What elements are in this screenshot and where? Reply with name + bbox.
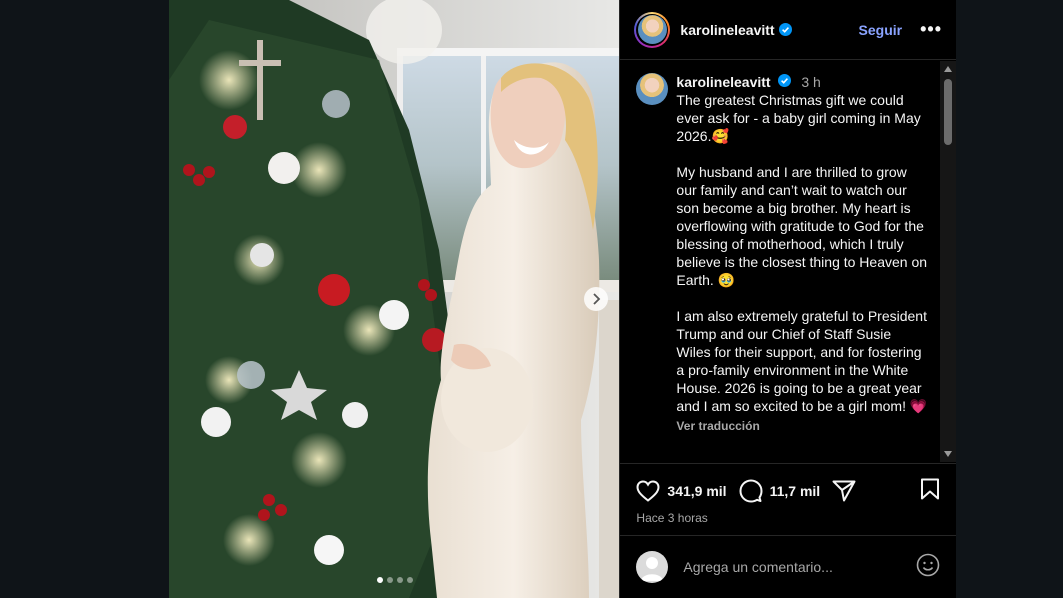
emoji-icon[interactable] (916, 553, 940, 582)
more-options-icon[interactable]: ••• (920, 19, 942, 40)
post-side-panel: karolineleavitt Seguir ••• karolineleavi… (619, 0, 957, 598)
slide-dot (387, 577, 393, 583)
verified-badge-icon (778, 74, 792, 87)
caption-username[interactable]: karolineleavitt (676, 74, 770, 90)
comment-box (620, 535, 957, 598)
verified-badge-icon (778, 23, 792, 36)
post-actions: 341,9 mil 11,7 mil Hace 3 horas (620, 463, 957, 527)
slide-dot (397, 577, 403, 583)
caption-avatar[interactable] (636, 73, 669, 105)
post-photo (169, 0, 620, 598)
like-count[interactable]: 341,9 mil (667, 483, 726, 499)
next-slide-button[interactable] (584, 287, 608, 311)
chevron-right-icon (593, 293, 601, 305)
slide-dot (377, 577, 383, 583)
bookmark-icon (921, 478, 940, 499)
heart-icon (636, 480, 660, 502)
scroll-down-arrow-icon[interactable] (944, 451, 952, 457)
share-button[interactable] (832, 480, 856, 502)
username-link[interactable]: karolineleavitt (680, 22, 774, 38)
comment-count[interactable]: 11,7 mil (770, 483, 821, 499)
follow-button[interactable]: Seguir (859, 22, 903, 38)
comment-button[interactable]: 11,7 mil (739, 479, 821, 503)
caption-scrollbar[interactable] (940, 61, 956, 462)
avatar[interactable] (634, 11, 671, 48)
comment-input[interactable] (681, 558, 906, 576)
slide-dot (407, 577, 413, 583)
slide-indicator (377, 577, 413, 583)
paper-plane-icon (832, 480, 856, 502)
caption-timestamp[interactable]: 3 h (801, 74, 820, 90)
caption-section: karolineleavitt 3 h The greatest Christm… (620, 61, 940, 462)
scrollbar-thumb[interactable] (944, 79, 952, 145)
caption-text: The greatest Christmas gift we could eve… (676, 92, 928, 414)
current-user-avatar (636, 551, 669, 583)
comment-icon (739, 479, 763, 503)
like-button[interactable]: 341,9 mil (636, 480, 727, 502)
photo-scene (169, 0, 620, 598)
see-translation-link[interactable]: Ver traducción (676, 417, 928, 435)
post-modal: karolineleavitt Seguir ••• karolineleavi… (169, 0, 957, 598)
post-age[interactable]: Hace 3 horas (636, 511, 707, 525)
profile-picture (637, 15, 667, 44)
post-header: karolineleavitt Seguir ••• (620, 0, 956, 60)
scroll-up-arrow-icon[interactable] (944, 66, 952, 72)
save-button[interactable] (920, 478, 940, 505)
